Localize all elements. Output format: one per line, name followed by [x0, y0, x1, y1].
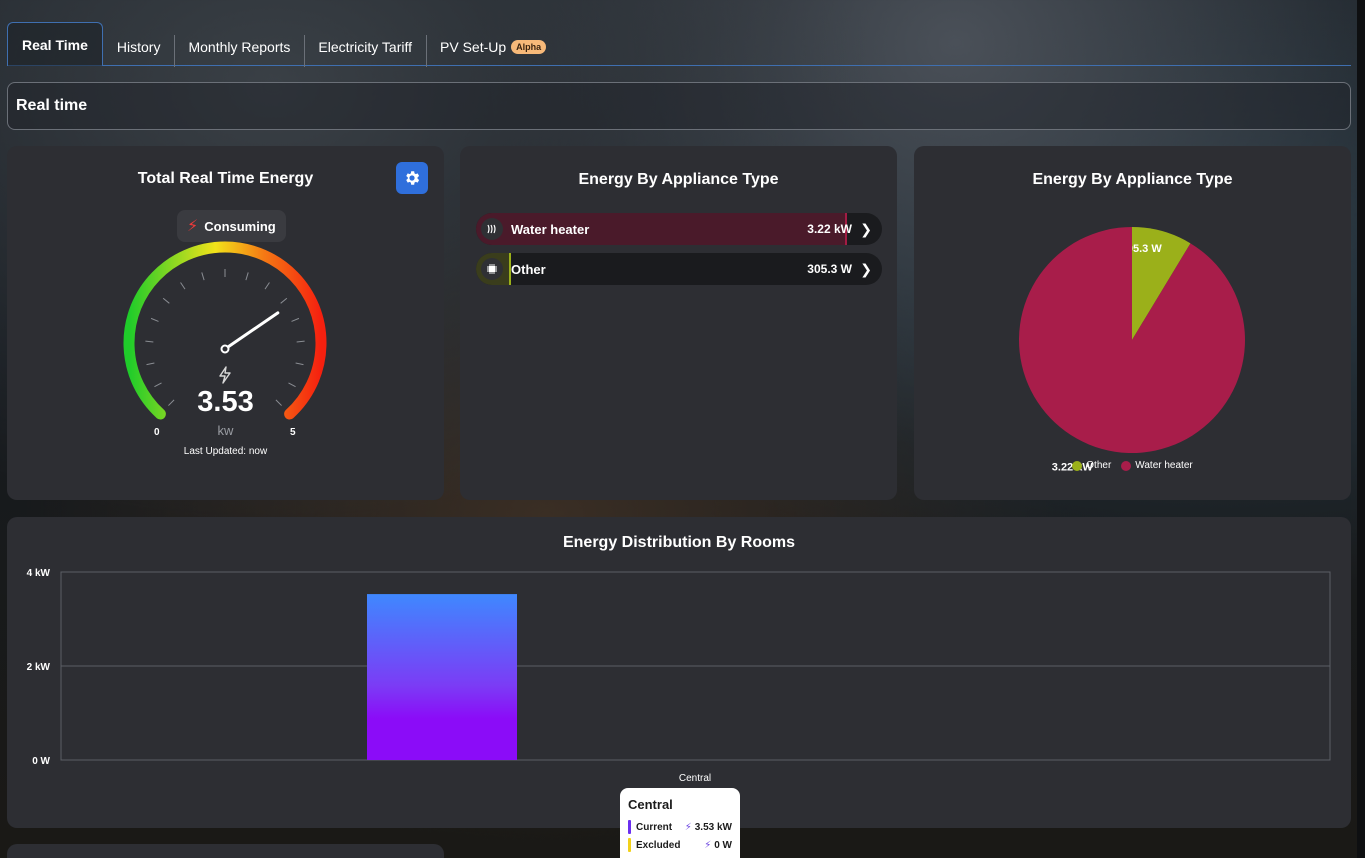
gauge-tick: [291, 317, 300, 322]
gauge-tick: [180, 282, 186, 290]
pie-legend: Other Water heater: [914, 460, 1351, 471]
gauge-bolt-icon: [219, 366, 231, 384]
tooltip-row-excluded: Excluded ⚡ 0 W: [628, 836, 732, 854]
appliance-list-card: Energy By Appliance Type Water heater 3.…: [460, 146, 897, 500]
card-title: Energy By Appliance Type: [578, 171, 779, 188]
tab-label: Real Time: [22, 36, 88, 53]
appliance-pie-chart: 305.3 W3.22 kW: [1019, 227, 1245, 474]
gauge-tick: [146, 362, 155, 366]
appliance-value: 3.22 kW: [807, 222, 852, 236]
tab-bar: Real Time History Monthly Reports Electr…: [7, 22, 1351, 67]
chevron-right-icon: ❯: [860, 260, 872, 277]
tooltip-row-current: Current ⚡ 3.53 kW: [628, 818, 732, 836]
total-energy-card: Total Real Time Energy ⚡ Consuming 3.53 …: [7, 146, 444, 500]
section-header: Real time: [7, 82, 1351, 130]
legend-dot: [1072, 460, 1083, 471]
gauge-tick: [145, 340, 154, 343]
pie-slice-water-heater[interactable]: [1019, 227, 1245, 454]
tab-pv-setup[interactable]: PV Set-Up Alpha: [426, 29, 560, 67]
appliance-row-water-heater[interactable]: Water heater 3.22 kW ❯: [476, 213, 882, 245]
x-tick-label: Central: [679, 773, 711, 784]
gauge-tick: [162, 297, 170, 304]
legend-item-other[interactable]: Other: [1072, 460, 1111, 471]
gauge-tick: [296, 340, 305, 343]
next-card-partial: [7, 844, 444, 858]
appliance-name: Other: [511, 261, 546, 277]
series-marker: [628, 820, 631, 834]
gauge-value: 3.53: [197, 386, 254, 418]
appliance-value: 305.3 W: [807, 262, 852, 276]
gauge-tick: [264, 282, 270, 290]
legend-dot: [1121, 460, 1132, 471]
legend-label: Other: [1086, 460, 1112, 471]
y-tick-label: 4 kW: [27, 568, 51, 579]
tooltip-label: Current: [636, 821, 673, 833]
tab-monthly-reports[interactable]: Monthly Reports: [174, 29, 304, 67]
bar-central[interactable]: [367, 594, 517, 760]
tab-label: PV Set-Up: [440, 39, 507, 55]
chevron-right-icon: ❯: [860, 220, 872, 237]
gauge-tick: [150, 317, 159, 322]
tooltip-title: Central: [628, 797, 673, 812]
appliance-row-other[interactable]: Other 305.3 W ❯: [476, 253, 882, 285]
lightning-icon: ⚡: [684, 821, 692, 833]
gauge-tick: [295, 362, 304, 366]
tab-electricity-tariff[interactable]: Electricity Tariff: [304, 29, 426, 67]
tab-real-time[interactable]: Real Time: [7, 22, 103, 66]
series-marker: [628, 838, 631, 852]
gauge-pivot: [220, 344, 230, 354]
tab-label: Monthly Reports: [188, 39, 291, 55]
tooltip-value: 0 W: [714, 839, 732, 851]
page-title: Real time: [16, 97, 88, 114]
rooms-chart-card: Energy Distribution By Rooms 0 W2 kW 4 kW…: [7, 517, 1351, 828]
rooms-bar-chart: 0 W 2 kW 4 kW Central: [27, 568, 1331, 784]
y-tick-label: 0 W: [32, 756, 50, 767]
gauge-tick: [280, 297, 288, 304]
page-scrollbar[interactable]: [1357, 0, 1365, 858]
last-updated-text: Last Updated: now: [183, 446, 268, 457]
gauge-tick: [201, 272, 205, 281]
appliance-name: Water heater: [511, 221, 590, 237]
bar-tooltip: Central Current ⚡ 3.53 kW Excluded ⚡ 0 W: [620, 788, 740, 858]
tab-history[interactable]: History: [103, 29, 175, 65]
legend-item-water-heater[interactable]: Water heater: [1121, 460, 1193, 471]
heat-waves-icon: [481, 218, 503, 240]
appliance-pie-card: Energy By Appliance Type 305.3 W 3.22 kW …: [914, 146, 1351, 500]
tab-label: Electricity Tariff: [318, 39, 413, 55]
alpha-badge: Alpha: [511, 40, 547, 54]
tooltip-value: 3.53 kW: [694, 821, 732, 833]
gauge-needle: [223, 311, 280, 351]
chip-icon: [481, 258, 503, 280]
tab-label: History: [116, 39, 161, 55]
lightning-icon: ⚡: [704, 839, 712, 851]
legend-label: Water heater: [1135, 460, 1193, 471]
gauge-unit: kw: [217, 423, 234, 438]
gauge-tick: [245, 272, 249, 281]
tooltip-label: Excluded: [636, 839, 681, 851]
gauge-max-label: 5: [290, 427, 296, 438]
y-tick-label: 2 kW: [27, 662, 51, 673]
gauge-min-label: 0: [154, 427, 160, 438]
